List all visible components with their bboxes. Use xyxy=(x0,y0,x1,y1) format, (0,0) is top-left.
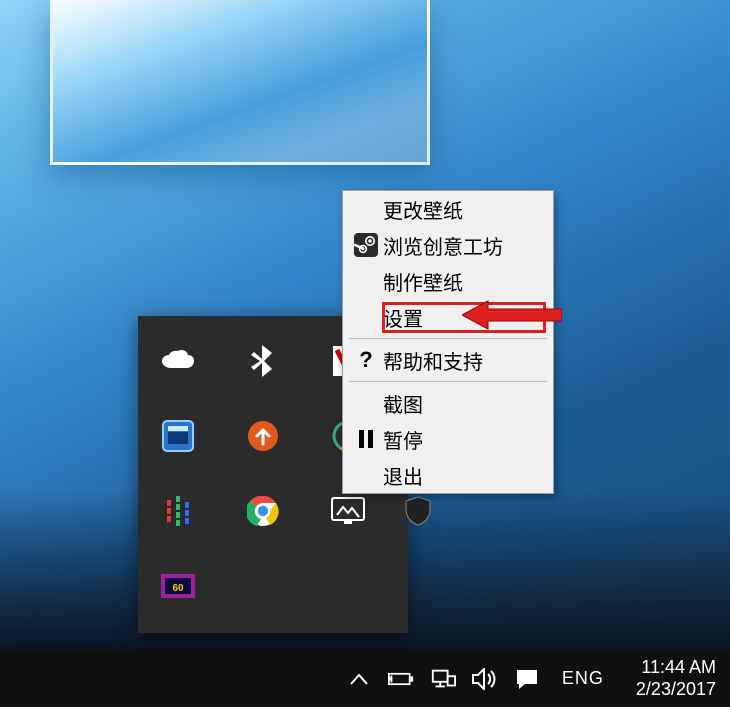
taskbar: ENG 11:44 AM 2/23/2017 xyxy=(0,650,730,707)
onedrive-icon[interactable] xyxy=(153,336,203,386)
steam-icon xyxy=(349,233,383,257)
volume-icon[interactable] xyxy=(472,666,498,692)
menu-label: 浏览创意工坊 xyxy=(383,231,545,260)
menu-browse-workshop[interactable]: 浏览创意工坊 xyxy=(343,227,553,263)
chrome-icon[interactable] xyxy=(238,486,288,536)
menu-change-wallpaper[interactable]: 更改壁纸 xyxy=(343,191,553,227)
menu-settings[interactable]: 设置 xyxy=(343,299,553,335)
svg-text:60: 60 xyxy=(172,583,184,594)
taskbar-date: 2/23/2017 xyxy=(636,679,716,701)
menu-label: 暂停 xyxy=(383,425,545,454)
menu-screenshot[interactable]: 截图 xyxy=(343,385,553,421)
menu-label: 帮助和支持 xyxy=(383,346,545,375)
tray-overflow-chevron-icon[interactable] xyxy=(346,666,372,692)
network-icon[interactable] xyxy=(430,666,456,692)
menu-label: 退出 xyxy=(383,461,545,490)
pause-icon xyxy=(349,430,383,448)
taskbar-time: 11:44 AM xyxy=(636,657,716,679)
battery-icon[interactable] xyxy=(388,666,414,692)
menu-create-wallpaper[interactable]: 制作壁纸 xyxy=(343,263,553,299)
menu-label: 截图 xyxy=(383,389,545,418)
input-language-indicator[interactable]: ENG xyxy=(556,668,610,689)
system-tray: ENG 11:44 AM 2/23/2017 xyxy=(346,650,716,707)
wallpaper-engine-context-menu: 更改壁纸 浏览创意工坊 制作壁纸 设置 ? 帮助和支持 截图 暂停 退出 xyxy=(342,190,554,494)
menu-label-highlighted: 设置 xyxy=(383,303,545,332)
menu-label: 更改壁纸 xyxy=(383,195,545,224)
taskbar-clock[interactable]: 11:44 AM 2/23/2017 xyxy=(626,657,716,700)
updater-icon[interactable] xyxy=(238,411,288,461)
menu-label: 制作壁纸 xyxy=(383,267,545,296)
menu-separator xyxy=(349,338,547,339)
menu-help-support[interactable]: ? 帮助和支持 xyxy=(343,342,553,378)
action-center-icon[interactable] xyxy=(514,666,540,692)
bluetooth-icon[interactable] xyxy=(238,336,288,386)
audio-mixer-icon[interactable] xyxy=(153,486,203,536)
menu-separator xyxy=(349,381,547,382)
intel-graphics-icon[interactable] xyxy=(153,411,203,461)
menu-exit[interactable]: 退出 xyxy=(343,457,553,493)
question-icon: ? xyxy=(349,347,383,373)
menu-pause[interactable]: 暂停 xyxy=(343,421,553,457)
recorder-icon[interactable]: 60 xyxy=(153,561,203,611)
wallpaper-light-panel xyxy=(50,0,430,165)
